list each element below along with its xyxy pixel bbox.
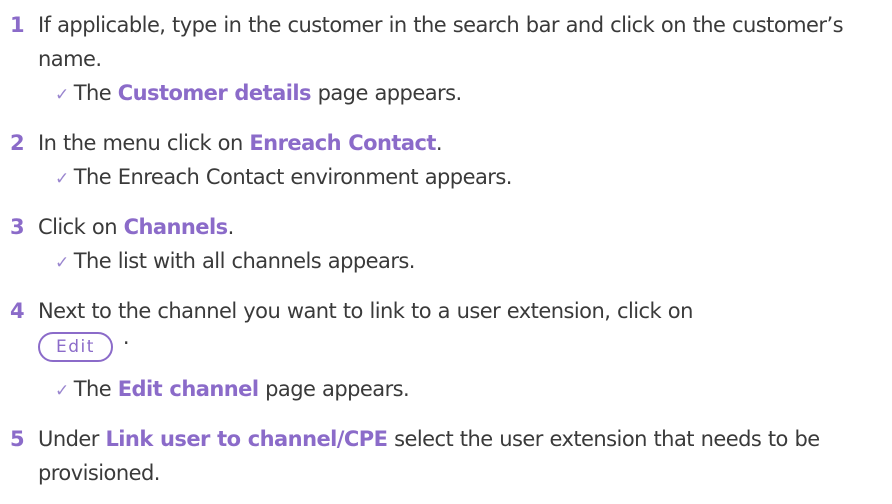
step-number: 3 — [10, 215, 25, 239]
step-result: ✓ The Edit channel page appears. — [38, 372, 890, 408]
step-result: ✓ The list with all channels appears. — [38, 244, 890, 280]
step-number: 2 — [10, 131, 25, 155]
checkmark-icon: ✓ — [55, 169, 69, 189]
link-user-label: Link user to channel/CPE — [105, 427, 388, 451]
channels-label: Channels — [123, 215, 229, 239]
step-text: Next to the channel you want to link to … — [38, 299, 693, 323]
step-2: 2 In the menu click on Enreach Contact. … — [10, 126, 890, 196]
instruction-steps: 1 If applicable, type in the customer in… — [10, 8, 890, 504]
step-number: 4 — [10, 299, 25, 323]
step-text: Under Link user to channel/CPE select th… — [38, 427, 820, 485]
step-number: 1 — [10, 13, 25, 37]
customer-details-link: Customer details — [117, 81, 312, 105]
enreach-contact-label: Enreach Contact — [249, 131, 436, 155]
step-result: ✓ The Customer details page appears. — [38, 76, 890, 112]
checkmark-icon: ✓ — [55, 253, 69, 273]
checkmark-icon: ✓ — [55, 381, 69, 401]
edit-channel-label: Edit channel — [117, 377, 259, 401]
step-3: 3 Click on Channels. ✓ The list with all … — [10, 210, 890, 280]
checkmark-icon: ✓ — [55, 85, 69, 105]
step-1: 1 If applicable, type in the customer in… — [10, 8, 890, 112]
button-suffix: · — [122, 331, 130, 355]
step-text: In the menu click on Enreach Contact. — [38, 131, 443, 155]
step-5: 5 Under Link user to channel/CPE select … — [10, 422, 890, 490]
edit-button[interactable]: Edit — [38, 332, 113, 362]
step-number: 5 — [10, 427, 25, 451]
step-4: 4 Next to the channel you want to link t… — [10, 294, 890, 408]
step-text: If applicable, type in the customer in t… — [38, 13, 844, 71]
step-result: ✓ The Enreach Contact environment appears… — [38, 160, 890, 196]
step-text: Click on Channels. — [38, 215, 234, 239]
edit-button-row: Edit · — [38, 328, 890, 372]
